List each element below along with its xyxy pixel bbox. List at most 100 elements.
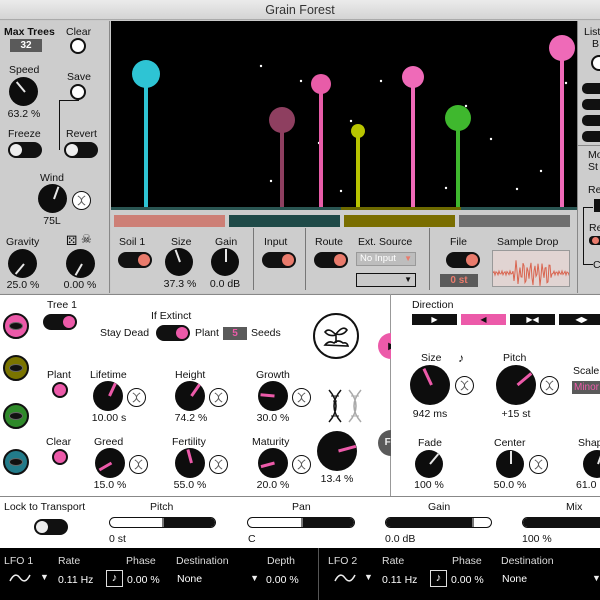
right-strip: List B Mo St Re Re C <box>577 21 600 293</box>
lifetime-knob[interactable] <box>93 381 123 411</box>
grain-pitch-knob[interactable] <box>496 365 536 405</box>
freeze-toggle[interactable] <box>8 142 42 158</box>
note-icon[interactable]: ♪ <box>458 351 464 365</box>
soil-size-knob[interactable] <box>165 248 193 276</box>
maturity-dna-icon[interactable] <box>292 455 311 474</box>
greed-knob[interactable] <box>95 448 125 478</box>
fade-knob[interactable] <box>415 450 443 478</box>
tree-select-button[interactable] <box>3 313 29 339</box>
random-knob[interactable] <box>66 249 95 278</box>
direction-pingpong-button[interactable]: ▶◀ <box>510 314 555 325</box>
soil-bar[interactable] <box>459 215 570 227</box>
input-label: Input <box>264 236 288 248</box>
maturity-knob[interactable] <box>258 448 288 478</box>
seed-icon <box>9 322 23 330</box>
route-toggle[interactable] <box>314 252 348 268</box>
list-slot-3[interactable] <box>582 115 600 126</box>
re2-slider[interactable] <box>589 236 600 245</box>
tree-select-button[interactable] <box>3 449 29 475</box>
growth-dna-icon[interactable] <box>292 388 311 407</box>
tree-trunk <box>280 120 284 207</box>
star <box>489 137 493 141</box>
input-toggle[interactable] <box>262 252 296 268</box>
list-slot-2[interactable] <box>582 99 600 110</box>
dna-icon[interactable] <box>325 388 365 424</box>
list-slot-4[interactable] <box>582 131 600 142</box>
direction-reverse-button[interactable]: ◀ <box>461 314 506 325</box>
lock-transport-toggle[interactable] <box>34 519 68 535</box>
greed-dna-icon[interactable] <box>129 455 148 474</box>
lfo2-shape-chevron-down-icon[interactable]: ▼ <box>364 572 373 582</box>
seeds-number[interactable]: 5 <box>223 327 247 340</box>
lfo1-destination-dropdown[interactable]: None ▼ <box>175 570 259 586</box>
clear-button[interactable] <box>70 38 86 54</box>
soil-bar[interactable] <box>344 215 455 227</box>
lfo2-rate-value[interactable]: 0.11 Hz <box>382 574 417 586</box>
fertility-knob[interactable] <box>175 448 205 478</box>
gain-slider[interactable] <box>385 517 492 528</box>
wind-knob[interactable] <box>38 184 67 213</box>
clear-tree-button[interactable] <box>52 449 68 465</box>
growth-knob[interactable] <box>258 381 288 411</box>
soil-bar[interactable] <box>114 215 225 227</box>
extinct-toggle[interactable] <box>156 325 190 341</box>
center-dna-icon[interactable] <box>529 455 548 474</box>
dice-icon[interactable]: ⚄ <box>66 233 77 249</box>
seed-icon <box>9 458 23 466</box>
dna-mix-knob[interactable] <box>317 431 357 471</box>
save-button[interactable] <box>70 84 86 100</box>
scale-dropdown[interactable]: Minor <box>572 381 600 394</box>
soil-bar[interactable] <box>229 215 340 227</box>
sample-drop-area[interactable] <box>492 250 570 287</box>
lfo1-rate-value[interactable]: 0.11 Hz <box>58 574 93 586</box>
lifetime-dna-icon[interactable] <box>127 388 146 407</box>
direction-forward-button[interactable]: ▶ <box>412 314 457 325</box>
plant-button[interactable] <box>52 382 68 398</box>
ext-source-dropdown[interactable]: No Input ▼ <box>356 252 416 266</box>
wind-dna-icon[interactable] <box>72 191 91 210</box>
forest-view[interactable] <box>111 21 577 210</box>
right-button[interactable] <box>591 55 600 71</box>
lfo2-waveform-icon[interactable] <box>333 571 357 585</box>
center-knob[interactable] <box>496 450 524 478</box>
lfo2-destination-label: Destination <box>501 555 554 567</box>
soil-gain-value: 0.0 dB <box>209 278 241 290</box>
star <box>339 189 343 193</box>
lfo1-phase-value[interactable]: 0.00 % <box>127 574 160 586</box>
direction-random-button[interactable]: ◀▶ <box>559 314 600 325</box>
height-knob[interactable] <box>175 381 205 411</box>
file-transpose-number[interactable]: 0 st <box>440 274 478 287</box>
sprout-icon[interactable] <box>313 313 359 359</box>
grain-size-knob[interactable] <box>410 365 450 405</box>
mix-slider[interactable] <box>522 517 600 528</box>
grain-pitch-dna-icon[interactable] <box>540 376 559 395</box>
grain-size-dna-icon[interactable] <box>455 376 474 395</box>
lfo1-shape-chevron-down-icon[interactable]: ▼ <box>40 572 49 582</box>
speed-knob[interactable] <box>9 77 38 106</box>
re-field[interactable] <box>594 199 600 212</box>
file-toggle[interactable] <box>446 252 480 268</box>
soil-toggle[interactable] <box>118 252 152 268</box>
fertility-dna-icon[interactable] <box>209 455 228 474</box>
skull-icon[interactable]: ☠ <box>81 232 92 246</box>
lfo1-depth-value[interactable]: 0.00 % <box>266 574 299 586</box>
tree-select-button[interactable] <box>3 403 29 429</box>
max-trees-number[interactable]: 32 <box>10 39 42 52</box>
lfo2-sync-note-icon[interactable]: ♪ <box>430 570 447 587</box>
pitch-slider[interactable] <box>109 517 216 528</box>
revert-toggle[interactable] <box>64 142 98 158</box>
lfo1-waveform-icon[interactable] <box>8 571 32 585</box>
ext-channel-dropdown[interactable]: ▼ <box>356 273 416 287</box>
tree-toggle[interactable] <box>43 314 77 330</box>
lfo1-sync-note-icon[interactable]: ♪ <box>106 570 123 587</box>
lfo2-destination-dropdown[interactable]: None ▼ <box>500 570 600 586</box>
mo-label: Mo <box>588 149 600 161</box>
soil-gain-knob[interactable] <box>211 248 239 276</box>
lfo2-phase-value[interactable]: 0.00 % <box>451 574 484 586</box>
height-dna-icon[interactable] <box>209 388 228 407</box>
list-slot-1[interactable] <box>582 83 600 94</box>
ext-source-label: Ext. Source <box>358 236 413 248</box>
pan-slider[interactable] <box>247 517 355 528</box>
tree-select-button[interactable] <box>3 355 29 381</box>
gravity-knob[interactable] <box>8 249 37 278</box>
